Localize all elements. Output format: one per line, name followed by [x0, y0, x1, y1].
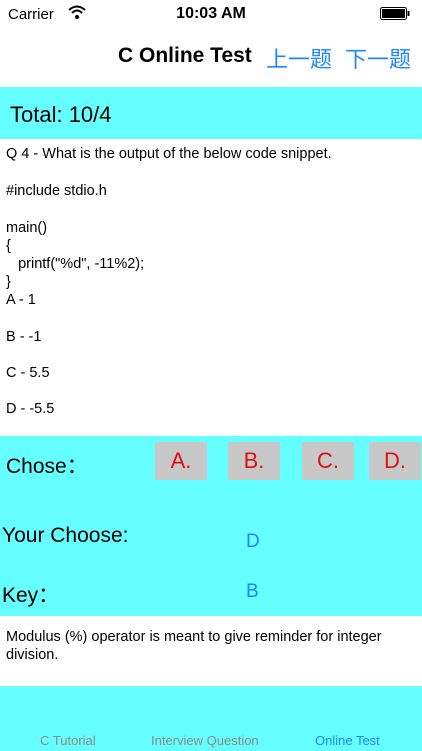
next-question-button[interactable]: 下一题: [345, 42, 411, 74]
tab-interview-question[interactable]: Interview Question: [151, 733, 259, 748]
key-value: B: [246, 581, 259, 602]
page-title: C Online Test: [118, 44, 252, 67]
question-line: printf("%d", -11%2);: [6, 256, 145, 272]
total-count: Total: 10/4: [10, 102, 112, 127]
option-b-text: B - -1: [6, 329, 42, 345]
option-d-button[interactable]: D.: [369, 442, 421, 480]
question-line: #include stdio.h: [6, 183, 107, 199]
option-b-button[interactable]: B.: [228, 442, 280, 480]
option-a-button[interactable]: A.: [155, 442, 207, 480]
answer-panel: Chose： A. B. C. D. Your Choose: D Key： B: [0, 436, 422, 616]
status-bar: Carrier 10:03 AM: [0, 0, 422, 28]
question-line: {: [6, 238, 11, 254]
your-choose-value: D: [246, 531, 260, 552]
question-line: Q 4 - What is the output of the below co…: [6, 146, 332, 162]
total-bar: Total: 10/4: [0, 87, 422, 139]
option-a-text: A - 1: [6, 292, 36, 308]
status-time: 10:03 AM: [176, 5, 246, 22]
option-c-button[interactable]: C.: [302, 442, 354, 480]
tab-c-tutorial[interactable]: C Tutorial: [40, 733, 96, 748]
explanation-text: Modulus (%) operator is meant to give re…: [6, 629, 382, 663]
question-line: }: [6, 274, 11, 290]
navigation-bar: C Online Test 上一题 下一题: [0, 28, 422, 86]
previous-question-button[interactable]: 上一题: [266, 42, 332, 74]
battery-icon: [380, 7, 410, 20]
question-line: main(): [6, 220, 48, 236]
key-label: Key：: [2, 584, 60, 607]
your-choose-label: Your Choose:: [2, 524, 129, 547]
option-c-text: C - 5.5: [6, 365, 50, 381]
tab-bar: C Tutorial Interview Question Online Tes…: [0, 686, 422, 751]
tab-online-test[interactable]: Online Test: [315, 733, 380, 748]
chose-label: Chose：: [6, 455, 88, 478]
option-d-text: D - -5.5: [6, 401, 55, 417]
